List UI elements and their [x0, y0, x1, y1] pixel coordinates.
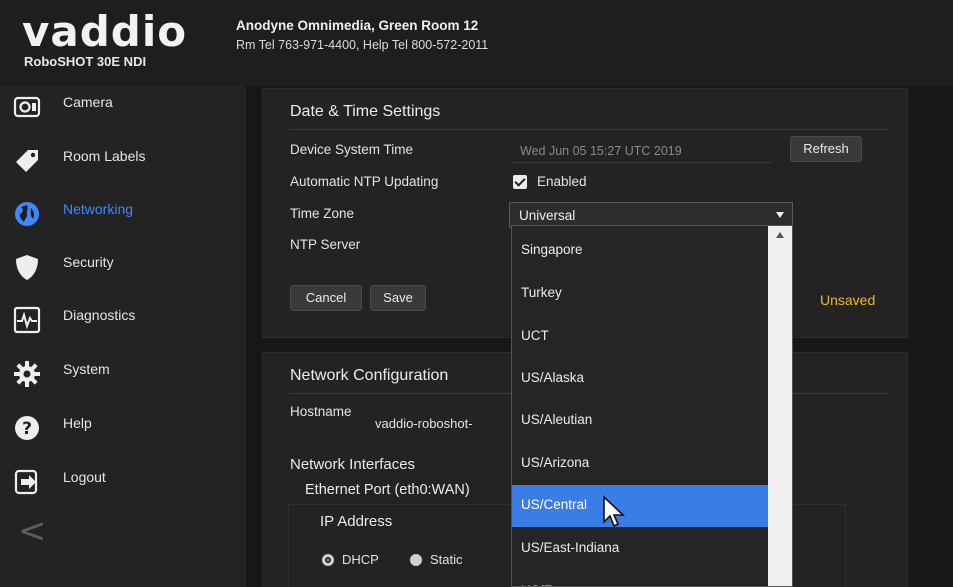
- divider: [290, 129, 887, 130]
- gear-icon: [14, 361, 40, 387]
- camera-icon: [13, 96, 41, 118]
- hostname-field[interactable]: vaddio-roboshot-: [375, 416, 473, 431]
- static-label: Static: [430, 552, 463, 567]
- static-radio[interactable]: [410, 554, 422, 566]
- timezone-option[interactable]: US/Alaska: [512, 358, 768, 400]
- sidebar-item-room-labels[interactable]: Room Labels: [0, 140, 246, 192]
- sidebar-item-label: Security: [63, 254, 114, 270]
- ethernet-port-title: Ethernet Port (eth0:WAN): [305, 482, 470, 498]
- sidebar-item-label: Help: [63, 415, 92, 431]
- scroll-up-icon[interactable]: [776, 232, 784, 238]
- sidebar-item-label: Room Labels: [63, 148, 146, 164]
- device-model: RoboSHOT 30E NDI: [24, 54, 147, 69]
- save-button[interactable]: Save: [370, 285, 426, 311]
- shield-icon: [16, 255, 38, 280]
- svg-text:?: ?: [22, 419, 32, 439]
- sidebar-item-label: Networking: [63, 201, 134, 217]
- ntp-enabled-label: Enabled: [537, 174, 587, 189]
- sidebar-item-label: Diagnostics: [63, 307, 136, 323]
- help-icon: ?: [15, 416, 39, 440]
- hostname-label: Hostname: [290, 404, 352, 419]
- sidebar-item-security[interactable]: Security: [0, 246, 246, 298]
- mouse-cursor-icon: [603, 495, 626, 528]
- pulse-icon: [13, 306, 41, 334]
- timezone-option[interactable]: US/Eastern: [512, 571, 768, 586]
- sidebar-item-system[interactable]: System: [0, 353, 246, 405]
- network-interfaces-title: Network Interfaces: [290, 456, 416, 473]
- sidebar-item-label: Logout: [63, 469, 106, 485]
- device-time-field: Wed Jun 05 15:27 UTC 2019: [512, 139, 772, 163]
- ntp-enabled-checkbox[interactable]: [513, 175, 527, 189]
- device-time-label: Device System Time: [290, 142, 414, 157]
- timezone-option[interactable]: US/Aleutian: [512, 400, 768, 442]
- sidebar-item-logout[interactable]: Logout: [0, 461, 246, 513]
- sidebar-item-label: Camera: [63, 94, 113, 110]
- header: vaddio RoboSHOT 30E NDI Anodyne Omnimedi…: [0, 0, 953, 86]
- room-phone: Rm Tel 763-971-4400, Help Tel 800-572-20…: [236, 38, 489, 52]
- refresh-button[interactable]: Refresh: [790, 136, 862, 162]
- sidebar: Camera Room Labels Networking Security D…: [0, 86, 246, 587]
- timezone-dropdown-list[interactable]: Singapore Turkey UCT US/Alaska US/Aleuti…: [511, 225, 793, 587]
- network-title: Network Configuration: [290, 367, 449, 384]
- sidebar-item-networking[interactable]: Networking: [0, 193, 246, 245]
- timezone-option[interactable]: Singapore: [512, 230, 768, 272]
- sidebar-item-label: System: [63, 361, 110, 377]
- dhcp-radio[interactable]: [322, 554, 334, 566]
- logout-icon: [14, 469, 38, 495]
- timezone-selected-value: Universal: [519, 208, 576, 223]
- globe-icon: [15, 202, 39, 226]
- collapse-sidebar-button[interactable]: <: [18, 511, 47, 551]
- vaddio-logo: vaddio RoboSHOT 30E NDI: [12, 10, 222, 80]
- room-title: Anodyne Omnimedia, Green Room 12: [236, 18, 479, 33]
- timezone-option[interactable]: US/East-Indiana: [512, 528, 768, 570]
- timezone-option[interactable]: Turkey: [512, 273, 768, 315]
- sidebar-item-camera[interactable]: Camera: [0, 86, 246, 138]
- chevron-down-icon: [776, 212, 784, 218]
- sidebar-item-help[interactable]: ? Help: [0, 407, 246, 459]
- timezone-label: Time Zone: [290, 206, 355, 221]
- ip-address-title: IP Address: [320, 513, 393, 530]
- datetime-title: Date & Time Settings: [290, 103, 441, 120]
- unsaved-status: Unsaved: [820, 292, 876, 308]
- tag-icon: [16, 150, 38, 172]
- timezone-option-highlighted[interactable]: US/Central: [512, 485, 768, 527]
- timezone-option[interactable]: US/Arizona: [512, 443, 768, 485]
- sidebar-item-diagnostics[interactable]: Diagnostics: [0, 299, 246, 351]
- ntp-updating-label: Automatic NTP Updating: [290, 174, 439, 189]
- dhcp-label: DHCP: [342, 552, 379, 567]
- logo-wordmark: vaddio: [22, 7, 188, 56]
- cancel-button[interactable]: Cancel: [290, 285, 362, 311]
- dropdown-scrollbar[interactable]: [768, 226, 792, 586]
- timezone-option[interactable]: UCT: [512, 316, 768, 358]
- ntp-server-label: NTP Server: [290, 237, 361, 252]
